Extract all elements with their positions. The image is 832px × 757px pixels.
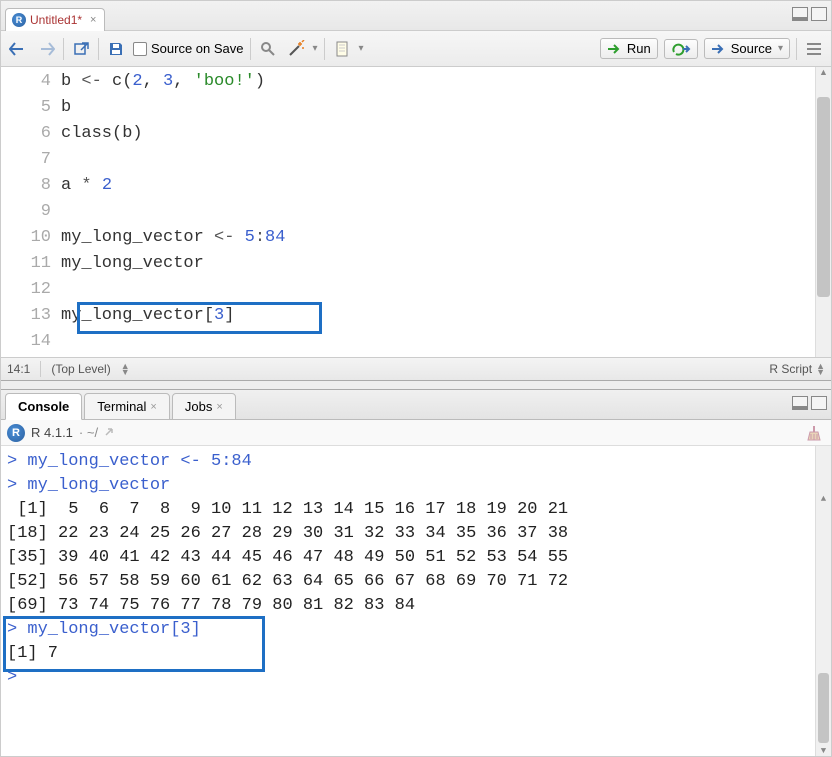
editor-status-bar: 14:1 (Top Level) ▲▼ R Script ▲▼ xyxy=(1,357,831,381)
minimize-pane-button[interactable] xyxy=(792,7,808,21)
console-scrollbar[interactable]: ▲ ▼ xyxy=(815,446,831,756)
source-editor[interactable]: 4567891011121314 b <- c(2, 3, 'boo!')bcl… xyxy=(1,67,831,357)
wand-dropdown-icon[interactable]: ▾ xyxy=(313,43,318,54)
notebook-dropdown-icon[interactable]: ▾ xyxy=(359,43,364,54)
pane-splitter[interactable] xyxy=(1,381,831,389)
tab-jobs-label: Jobs xyxy=(185,399,212,414)
find-icon[interactable] xyxy=(257,38,279,60)
tab-terminal[interactable]: Terminal × xyxy=(84,393,170,420)
editor-scrollbar[interactable]: ▲ xyxy=(815,67,831,357)
save-icon[interactable] xyxy=(105,38,127,60)
console-pane: Console Terminal × Jobs × R R 4.1.1 · ~/… xyxy=(1,389,831,756)
r-file-icon: R xyxy=(12,13,26,27)
source-button[interactable]: Source ▾ xyxy=(704,38,790,59)
minimize-pane-button[interactable] xyxy=(792,396,808,410)
popout-console-icon[interactable] xyxy=(104,425,118,440)
close-icon[interactable]: × xyxy=(90,14,96,26)
rerun-button[interactable] xyxy=(664,39,698,59)
magic-wand-icon[interactable] xyxy=(285,38,307,60)
tab-terminal-label: Terminal xyxy=(97,399,146,414)
tab-console-label: Console xyxy=(18,399,69,414)
run-button[interactable]: Run xyxy=(600,38,658,59)
r-logo-icon: R xyxy=(7,424,25,442)
forward-icon[interactable] xyxy=(35,38,57,60)
scope-label[interactable]: (Top Level) xyxy=(51,362,110,376)
console-tab-bar: Console Terminal × Jobs × xyxy=(1,390,831,420)
console-header: R R 4.1.1 · ~/ xyxy=(1,420,831,446)
back-icon[interactable] xyxy=(7,38,29,60)
source-on-save-checkbox[interactable] xyxy=(133,42,147,56)
editor-toolbar: Source on Save ▾ ▾ Run Source ▾ xyxy=(1,31,831,67)
code-content[interactable]: b <- c(2, 3, 'boo!')bclass(b)a * 2my_lon… xyxy=(61,67,285,357)
cursor-position: 14:1 xyxy=(7,362,30,376)
close-icon[interactable]: × xyxy=(216,401,222,413)
source-label: Source xyxy=(731,41,772,56)
working-dir: · ~/ xyxy=(79,425,98,440)
console-output[interactable]: ▲ ▼ > my_long_vector <- 5:84> my_long_ve… xyxy=(1,446,831,756)
source-dropdown-icon[interactable]: ▾ xyxy=(778,43,783,54)
file-tab-title: Untitled1* xyxy=(30,13,82,27)
tab-console[interactable]: Console xyxy=(5,393,82,420)
notebook-icon[interactable] xyxy=(331,38,353,60)
r-version: R 4.1.1 xyxy=(31,425,73,440)
maximize-pane-button[interactable] xyxy=(811,396,827,410)
scope-selector-icon[interactable]: ▲▼ xyxy=(121,363,130,375)
maximize-pane-button[interactable] xyxy=(811,7,827,21)
source-on-save-label: Source on Save xyxy=(151,41,244,56)
tab-jobs[interactable]: Jobs × xyxy=(172,393,236,420)
language-selector-icon[interactable]: ▲▼ xyxy=(816,363,825,375)
editor-tab-bar: R Untitled1* × xyxy=(1,1,831,31)
line-gutter: 4567891011121314 xyxy=(1,67,61,357)
run-label: Run xyxy=(627,41,651,56)
file-tab[interactable]: R Untitled1* × xyxy=(5,8,105,31)
language-label[interactable]: R Script xyxy=(769,362,812,376)
outline-icon[interactable] xyxy=(803,38,825,60)
popout-icon[interactable] xyxy=(70,38,92,60)
close-icon[interactable]: × xyxy=(150,401,156,413)
clear-console-icon[interactable] xyxy=(805,424,823,442)
